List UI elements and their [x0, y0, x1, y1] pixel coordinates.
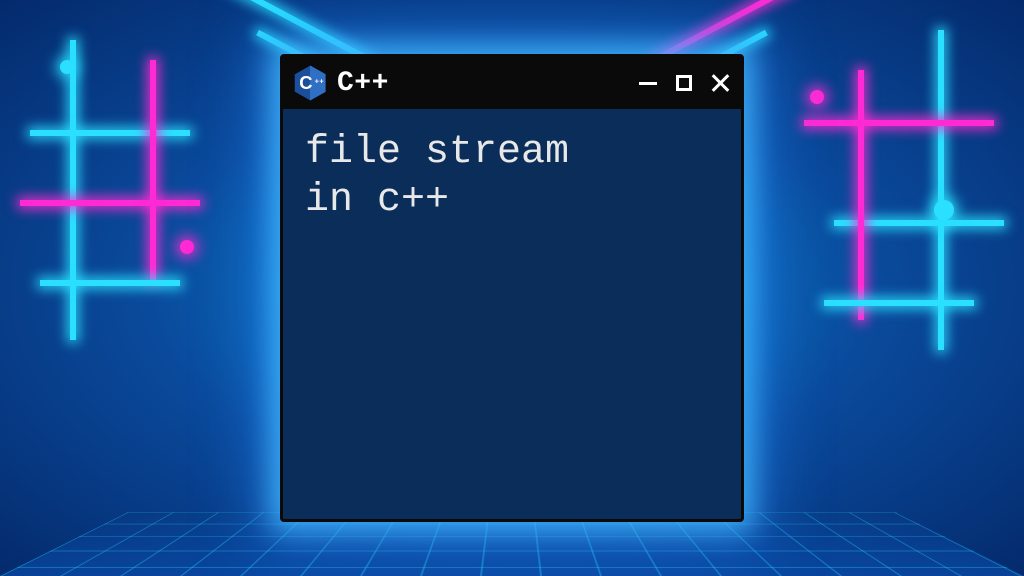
cpp-logo-icon: C + +	[293, 64, 327, 102]
svg-text:C: C	[299, 72, 312, 93]
window-title: C++	[337, 68, 627, 99]
close-icon	[710, 73, 730, 93]
minimize-icon	[639, 82, 657, 85]
app-window: C + + C++ file stream in c++	[280, 54, 744, 522]
titlebar: C + + C++	[283, 57, 741, 109]
maximize-icon	[676, 75, 692, 91]
maximize-button[interactable]	[673, 72, 695, 94]
svg-text:+: +	[315, 77, 320, 86]
window-content-text: file stream in c++	[283, 109, 741, 519]
minimize-button[interactable]	[637, 72, 659, 94]
svg-text:+: +	[319, 77, 324, 86]
close-button[interactable]	[709, 72, 731, 94]
window-controls	[637, 72, 731, 94]
